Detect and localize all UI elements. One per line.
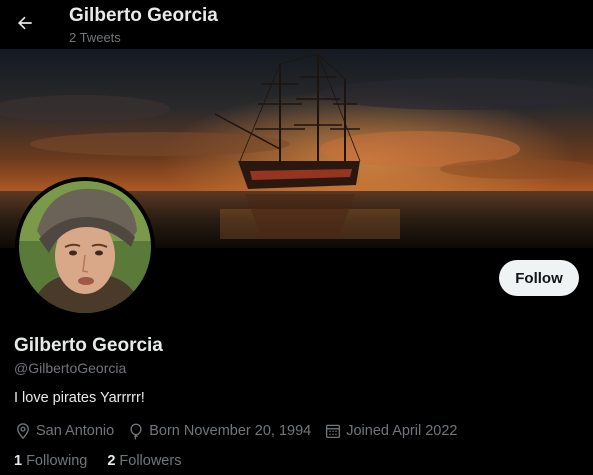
location-text: San Antonio	[36, 423, 115, 439]
followers-count: 2	[107, 453, 116, 469]
top-bar: Gilberto Georcia 2 Tweets	[0, 0, 593, 49]
avatar[interactable]	[15, 177, 155, 317]
user-handle: @GilbertoGeorcia	[14, 360, 127, 376]
profile-meta: San Antonio Born November 20, 1994 Joine…	[14, 422, 470, 440]
joined-item: Joined April 2022	[324, 422, 457, 440]
arrow-left-icon	[17, 16, 32, 30]
birthday-text: Born November 20, 1994	[149, 423, 312, 439]
joined-text: Joined April 2022	[346, 423, 458, 439]
birthday-item: Born November 20, 1994	[127, 422, 311, 440]
follow-stats: 1 Following 2 Followers	[14, 453, 201, 469]
page-title: Gilberto Georcia	[69, 5, 218, 26]
followers-label: Followers	[119, 453, 182, 469]
location-item: San Antonio	[14, 422, 114, 440]
tweet-count: 2 Tweets	[69, 30, 121, 45]
following-count: 1	[14, 453, 23, 469]
calendar-icon	[326, 424, 341, 439]
following-link[interactable]: 1 Following	[14, 453, 87, 469]
followers-link[interactable]: 2 Followers	[107, 453, 181, 469]
back-button[interactable]	[10, 8, 40, 38]
display-name: Gilberto Georcia	[14, 335, 163, 356]
following-label: Following	[26, 453, 88, 469]
follow-button[interactable]: Follow	[499, 260, 579, 296]
profile-photo	[19, 181, 151, 313]
bio: I love pirates Yarrrrr!	[14, 390, 145, 406]
balloon-icon	[130, 423, 142, 440]
location-pin-icon	[17, 423, 29, 440]
